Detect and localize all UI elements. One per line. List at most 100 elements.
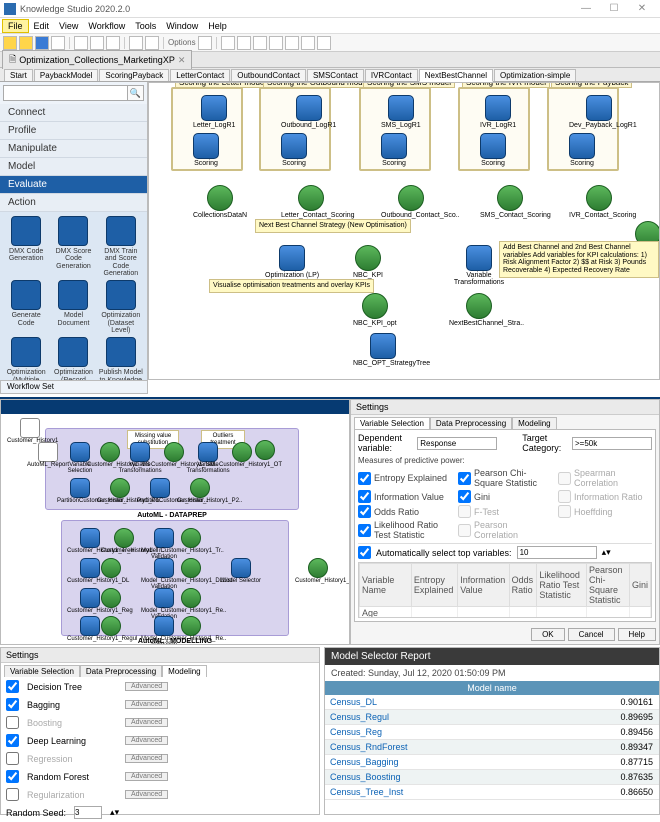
palette-item[interactable]: DMX Train and Score Code Generation [99, 216, 143, 277]
measure-checkbox[interactable]: Information Value [358, 490, 452, 503]
accordion-item[interactable]: Evaluate [0, 176, 147, 194]
model-link[interactable]: Census_Reg [325, 725, 589, 739]
new-icon[interactable] [3, 36, 17, 50]
auto-select-count[interactable] [517, 546, 597, 559]
checkbox[interactable] [358, 524, 371, 537]
palette-item[interactable]: DMX Score Code Generation [51, 216, 95, 277]
table-header[interactable]: Information Value [458, 564, 509, 607]
model-checkbox[interactable] [6, 716, 19, 729]
maximize-button[interactable]: ☐ [600, 3, 628, 14]
report-row[interactable]: Census_Boosting0.87635 [325, 770, 659, 785]
canvas-node[interactable]: IVR_LogR1 [480, 95, 516, 129]
automl-canvas[interactable]: AutoML - DATAPREPAutoML - MODELLINGMissi… [0, 399, 350, 645]
advanced-button[interactable]: Advanced [125, 700, 168, 709]
model-link[interactable]: Census_Regul [325, 710, 589, 724]
model-link[interactable]: Census_Bagging [325, 755, 589, 769]
menu-view[interactable]: View [54, 20, 83, 32]
canvas-node[interactable]: Outbound_Contact_Sco.. [381, 185, 441, 219]
canvas-node[interactable]: Outbound_LogR1 [281, 95, 336, 129]
canvas-node[interactable]: Scoring [381, 133, 407, 167]
menu-workflow[interactable]: Workflow [83, 20, 130, 32]
database-icon[interactable] [51, 36, 65, 50]
ok-button[interactable]: OK [531, 628, 565, 641]
download-icon[interactable] [317, 36, 331, 50]
canvas-node[interactable]: Optimization (LP) [265, 245, 319, 279]
canvas-node[interactable]: NBC_KPI_opt [353, 293, 397, 327]
search-input[interactable] [3, 85, 128, 101]
canvas-node[interactable]: Letter_LogR1 [193, 95, 235, 129]
run-icon[interactable] [269, 36, 283, 50]
workflow-tab[interactable]: Optimization-simple [494, 69, 576, 81]
canvas-node[interactable]: Scoring [281, 133, 307, 167]
cancel-button[interactable]: Cancel [568, 628, 615, 641]
automl-node[interactable] [181, 588, 201, 608]
measure-checkbox[interactable]: Entropy Explained [358, 468, 452, 488]
layout-icon[interactable] [237, 36, 251, 50]
canvas-node[interactable]: Dev_Payback_LogR1 [569, 95, 629, 129]
palette-item[interactable]: Optimization (Multiple Scenarios) [4, 337, 48, 380]
advanced-button[interactable]: Advanced [125, 736, 168, 745]
undo-icon[interactable] [129, 36, 143, 50]
checkbox[interactable] [358, 472, 371, 485]
settings-tab[interactable]: Variable Selection [354, 417, 430, 429]
palette-item[interactable]: Model Document [51, 280, 95, 334]
save-icon[interactable] [35, 36, 49, 50]
checkbox[interactable] [358, 490, 371, 503]
options-label[interactable]: Options [168, 38, 196, 47]
spinner-icon[interactable]: ▴▾ [602, 547, 611, 558]
canvas-node[interactable]: Scoring [193, 133, 219, 167]
auto-select-checkbox[interactable] [358, 546, 371, 559]
canvas-node[interactable]: NBC_KPI [353, 245, 383, 279]
canvas-node[interactable]: NBC_OPT_StrategyTree [353, 333, 413, 367]
model-link[interactable]: Census_Boosting [325, 770, 589, 784]
workflow-tab[interactable]: PaybackModel [34, 69, 98, 81]
canvas-node[interactable]: Scoring [480, 133, 506, 167]
palette-item[interactable]: Publish Model to Knowledge Hub [99, 337, 143, 380]
measure-checkbox[interactable]: Gini [458, 490, 552, 503]
accordion-item[interactable]: Connect [0, 104, 147, 122]
export-icon[interactable] [301, 36, 315, 50]
report-row[interactable]: Census_Bagging0.87715 [325, 755, 659, 770]
palette-item[interactable]: Optimization (Dataset Level) [99, 280, 143, 334]
measure-checkbox[interactable]: Odds Ratio [358, 505, 452, 518]
minimize-button[interactable]: — [572, 3, 600, 14]
automl-node[interactable] [101, 558, 121, 578]
workflow-tab[interactable]: LetterContact [170, 69, 230, 81]
table-header[interactable]: Gini [629, 564, 650, 607]
accordion-item[interactable]: Manipulate [0, 140, 147, 158]
open-icon[interactable] [19, 36, 33, 50]
report-row[interactable]: Census_Reg0.89456 [325, 725, 659, 740]
settings-tab[interactable]: Modeling [512, 417, 556, 429]
menu-file[interactable]: File [2, 19, 29, 33]
grid-icon[interactable] [221, 36, 235, 50]
target-cat-input[interactable] [572, 437, 652, 450]
workflow-tab[interactable]: Start [4, 69, 33, 81]
search-icon[interactable]: 🔍 [128, 85, 144, 101]
model-link[interactable]: Census_DL [325, 695, 589, 709]
canvas-node[interactable]: Letter_Contact_Scoring [281, 185, 341, 219]
tab-varsel[interactable]: Variable Selection [4, 665, 80, 677]
table-header[interactable]: Variable Name [360, 564, 412, 607]
automl-node[interactable] [101, 616, 121, 636]
report-row[interactable]: Census_Regul0.89695 [325, 710, 659, 725]
seed-input[interactable] [74, 806, 102, 819]
automl-node[interactable] [181, 616, 201, 636]
help-button[interactable]: Help [618, 628, 656, 641]
model-link[interactable]: Census_RndForest [325, 740, 589, 754]
canvas-note[interactable]: Next Best Channel Strategy (New Optimisa… [255, 219, 411, 233]
workflow-tab[interactable]: ScoringPayback [99, 69, 169, 81]
accordion-item[interactable]: Action [0, 194, 147, 212]
menu-edit[interactable]: Edit [29, 20, 55, 32]
automl-node[interactable]: Model Selector [221, 558, 261, 584]
workflow-tab[interactable]: IVRContact [365, 69, 418, 81]
model-checkbox[interactable] [6, 770, 19, 783]
automl-node[interactable] [181, 528, 201, 548]
close-tab-icon[interactable]: ✕ [178, 55, 186, 66]
canvas-node[interactable]: CollectionsDataN [193, 185, 247, 219]
canvas-node[interactable]: IVR_Contact_Scoring [569, 185, 629, 219]
paste-icon[interactable] [106, 36, 120, 50]
menu-tools[interactable]: Tools [130, 20, 161, 32]
model-checkbox[interactable] [6, 698, 19, 711]
palette-item[interactable]: Generate Code [4, 280, 48, 334]
copy-icon[interactable] [90, 36, 104, 50]
